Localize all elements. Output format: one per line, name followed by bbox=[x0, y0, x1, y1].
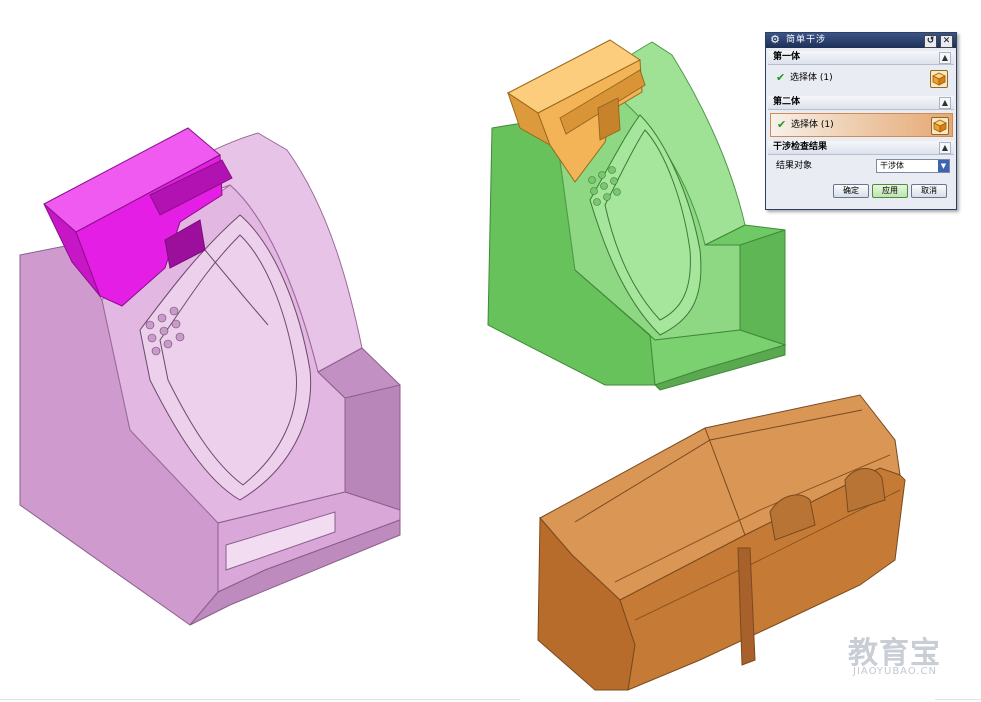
bottom-divider bbox=[935, 699, 981, 700]
first-body-section-header[interactable]: 第一体 ▲ bbox=[768, 51, 954, 65]
chevron-up-icon[interactable]: ▲ bbox=[939, 142, 951, 154]
chevron-up-icon[interactable]: ▲ bbox=[939, 97, 951, 109]
select-body-cube-icon[interactable] bbox=[930, 70, 948, 88]
chevron-down-icon[interactable]: ▼ bbox=[938, 160, 949, 172]
reset-icon[interactable]: ↺ bbox=[924, 35, 937, 48]
apply-button[interactable]: 应用 bbox=[872, 184, 908, 198]
dialog-title: 简单干涉 bbox=[786, 35, 827, 45]
result-section-header[interactable]: 干涉检查结果 ▲ bbox=[768, 141, 954, 155]
select-body-cube-icon[interactable] bbox=[931, 117, 949, 135]
result-object-row: 结果对象 干涉体 ▼ bbox=[770, 159, 951, 173]
gear-icon[interactable]: ⚙ bbox=[769, 34, 781, 46]
result-object-value: 干涉体 bbox=[880, 161, 904, 170]
second-body-header-label: 第二体 bbox=[773, 97, 801, 107]
second-body-section-header[interactable]: 第二体 ▲ bbox=[768, 96, 954, 110]
first-body-header-label: 第一体 bbox=[773, 52, 801, 62]
cancel-button[interactable]: 取消 bbox=[911, 184, 947, 198]
result-object-label: 结果对象 bbox=[776, 161, 813, 171]
ok-button[interactable]: 确定 bbox=[833, 184, 869, 198]
first-body-select-row[interactable]: ✔ 选择体 (1) bbox=[770, 67, 951, 89]
result-header-label: 干涉检查结果 bbox=[773, 142, 828, 152]
bottom-divider bbox=[0, 699, 520, 700]
check-icon: ✔ bbox=[776, 71, 786, 84]
close-icon[interactable]: ✕ bbox=[940, 35, 953, 48]
second-body-value: 选择体 (1) bbox=[791, 120, 834, 130]
result-object-dropdown[interactable]: 干涉体 ▼ bbox=[876, 159, 950, 173]
first-body-value: 选择体 (1) bbox=[790, 73, 833, 83]
watermark-url-text: JIAOYUBAO.CN bbox=[853, 666, 937, 677]
dialog-titlebar[interactable]: ⚙ 简单干涉 ↺ ✕ bbox=[766, 33, 956, 48]
second-body-select-row[interactable]: ✔ 选择体 (1) bbox=[770, 113, 953, 137]
check-icon: ✔ bbox=[777, 118, 787, 131]
simple-interference-dialog: ⚙ 简单干涉 ↺ ✕ 第一体 ▲ ✔ 选择体 (1) 第二体 ▲ ✔ 选择体 (… bbox=[765, 32, 957, 210]
chevron-up-icon[interactable]: ▲ bbox=[939, 52, 951, 64]
